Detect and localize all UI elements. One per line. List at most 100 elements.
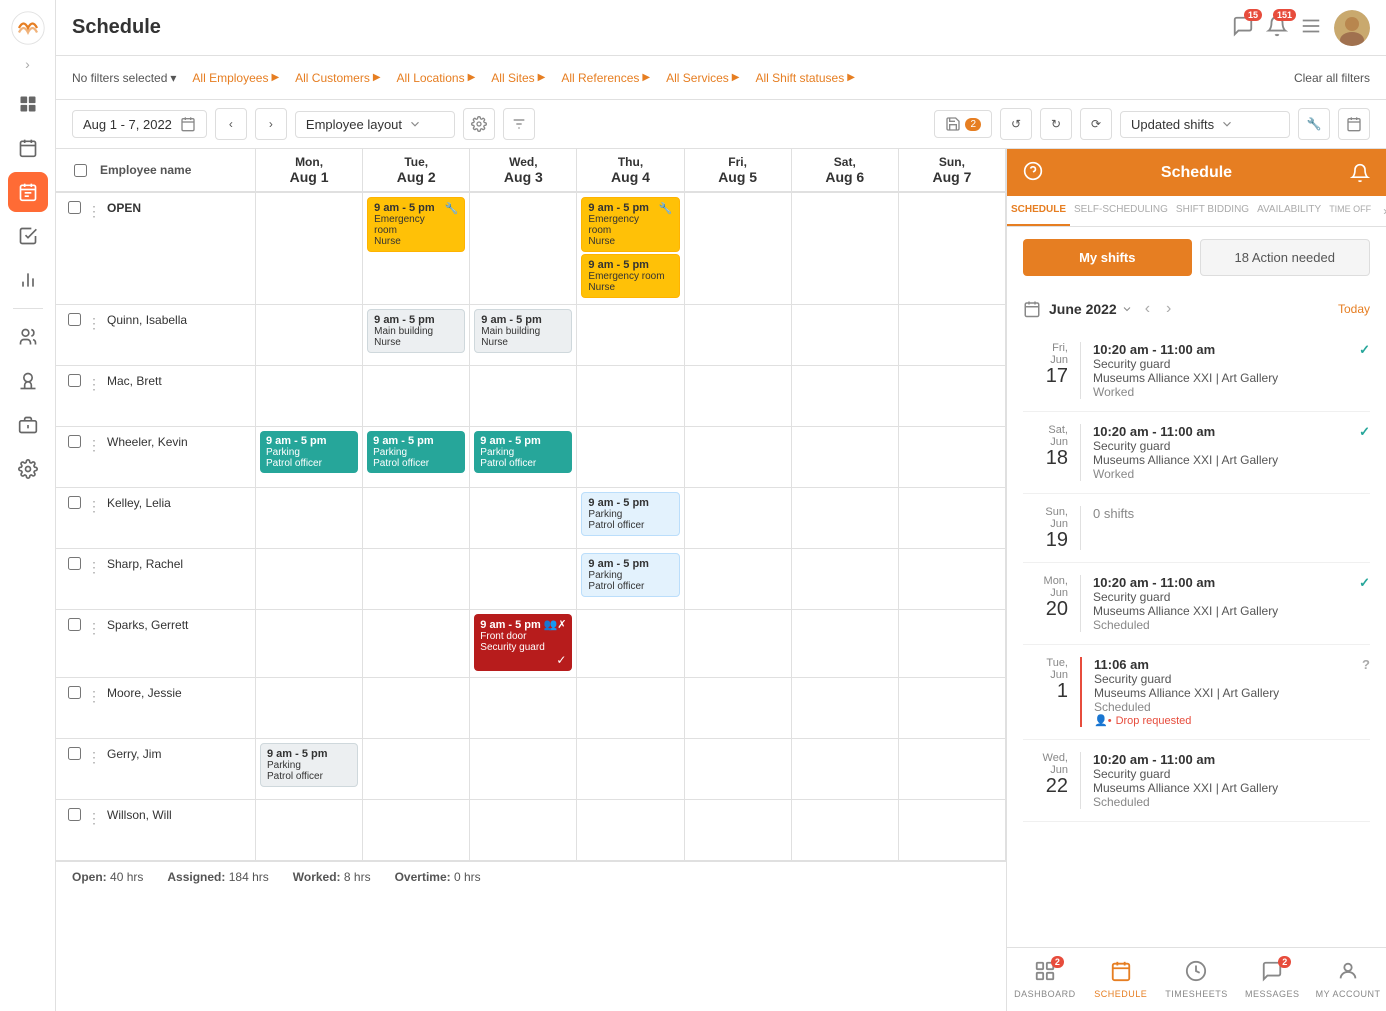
row-checkbox-wheeler[interactable] [68, 435, 81, 448]
cell-willson-wed[interactable] [470, 800, 577, 860]
row-menu-mac[interactable]: ⋮ [87, 374, 101, 393]
row-checkbox-moore[interactable] [68, 686, 81, 699]
cell-sparks-tue[interactable] [363, 610, 470, 677]
cell-sparks-wed[interactable]: 9 am - 5 pm 👥✗ Front door Security guard… [470, 610, 577, 677]
calendar-icon[interactable] [1338, 108, 1370, 140]
cell-sharp-sun[interactable] [899, 549, 1006, 609]
cell-sharp-fri[interactable] [685, 549, 792, 609]
cell-mac-mon[interactable] [256, 366, 363, 426]
nav-messages[interactable]: 2 MESSAGES [1234, 956, 1310, 1003]
tab-availability[interactable]: AVAILABILITY [1253, 196, 1325, 226]
cell-open-fri[interactable] [685, 193, 792, 304]
cell-quinn-sat[interactable] [792, 305, 899, 365]
save-button[interactable]: 2 [934, 110, 992, 138]
cell-open-sun[interactable] [899, 193, 1006, 304]
cell-quinn-mon[interactable] [256, 305, 363, 365]
cell-kelley-tue[interactable] [363, 488, 470, 548]
cell-sparks-fri[interactable] [685, 610, 792, 677]
sidebar-item-schedule[interactable] [8, 172, 48, 212]
cell-wheeler-sun[interactable] [899, 427, 1006, 487]
cell-mac-fri[interactable] [685, 366, 792, 426]
cell-moore-mon[interactable] [256, 678, 363, 738]
cell-wheeler-wed[interactable]: 9 am - 5 pm Parking Patrol officer [470, 427, 577, 487]
updated-shifts-dropdown[interactable]: Updated shifts [1120, 111, 1290, 138]
next-month-button[interactable]: › [1162, 296, 1175, 322]
row-checkbox-sparks[interactable] [68, 618, 81, 631]
customers-filter[interactable]: All Customers ▶ [295, 71, 380, 85]
sidebar-item-home[interactable] [8, 84, 48, 124]
cell-quinn-fri[interactable] [685, 305, 792, 365]
cell-sharp-mon[interactable] [256, 549, 363, 609]
row-menu-sparks[interactable]: ⋮ [87, 618, 101, 637]
cell-willson-thu[interactable] [577, 800, 684, 860]
row-menu-wheeler[interactable]: ⋮ [87, 435, 101, 454]
cell-mac-sat[interactable] [792, 366, 899, 426]
cell-open-mon[interactable] [256, 193, 363, 304]
row-menu-willson[interactable]: ⋮ [87, 808, 101, 827]
sidebar-item-settings[interactable] [8, 449, 48, 489]
cell-sparks-sat[interactable] [792, 610, 899, 677]
nav-my-account[interactable]: MY ACCOUNT [1310, 956, 1386, 1003]
cell-moore-tue[interactable] [363, 678, 470, 738]
undo-button[interactable]: ↺ [1000, 108, 1032, 140]
cell-open-tue[interactable]: 9 am - 5 pm 🔧 Emergency room Nurse [363, 193, 470, 304]
cell-kelley-mon[interactable] [256, 488, 363, 548]
my-shifts-button[interactable]: My shifts [1023, 239, 1192, 276]
shift-card[interactable]: 9 am - 5 pm 🔧 Emergency room Nurse [581, 197, 679, 252]
row-checkbox-kelley[interactable] [68, 496, 81, 509]
cell-mac-thu[interactable] [577, 366, 684, 426]
tab-shift-bidding[interactable]: SHIFT BIDDING [1172, 196, 1253, 226]
sidebar-item-reports[interactable] [8, 260, 48, 300]
cell-gerry-sun[interactable] [899, 739, 1006, 799]
cell-kelley-sat[interactable] [792, 488, 899, 548]
settings-gear-icon[interactable] [463, 108, 495, 140]
filters-icon[interactable] [503, 108, 535, 140]
tab-schedule[interactable]: SCHEDULE [1007, 196, 1070, 226]
cell-moore-thu[interactable] [577, 678, 684, 738]
tab-self-scheduling[interactable]: SELF-SCHEDULING [1070, 196, 1172, 226]
menu-button[interactable] [1300, 15, 1322, 40]
shift-card[interactable]: 9 am - 5 pm Parking Patrol officer [260, 743, 358, 787]
alerts-button[interactable]: 151 [1266, 15, 1288, 40]
cell-willson-sat[interactable] [792, 800, 899, 860]
today-button[interactable]: Today [1338, 302, 1370, 316]
cell-open-thu[interactable]: 9 am - 5 pm 🔧 Emergency room Nurse 9 am … [577, 193, 684, 304]
employees-filter[interactable]: All Employees ▶ [192, 71, 279, 85]
sidebar-collapse[interactable]: › [25, 56, 30, 72]
shift-statuses-filter[interactable]: All Shift statuses ▶ [755, 71, 854, 85]
cell-quinn-tue[interactable]: 9 am - 5 pm Main building Nurse [363, 305, 470, 365]
tab-time-off[interactable]: TIME OFF [1325, 196, 1375, 226]
clear-filters-button[interactable]: Clear all filters [1294, 71, 1370, 85]
cell-kelley-wed[interactable] [470, 488, 577, 548]
cell-quinn-wed[interactable]: 9 am - 5 pm Main building Nurse [470, 305, 577, 365]
cell-willson-fri[interactable] [685, 800, 792, 860]
cell-sharp-thu[interactable]: 9 am - 5 pm Parking Patrol officer [577, 549, 684, 609]
cell-wheeler-thu[interactable] [577, 427, 684, 487]
select-all-checkbox[interactable] [68, 164, 92, 177]
cell-gerry-fri[interactable] [685, 739, 792, 799]
shift-card[interactable]: 9 am - 5 pm 👥✗ Front door Security guard… [474, 614, 572, 671]
cell-open-sat[interactable] [792, 193, 899, 304]
cell-gerry-sat[interactable] [792, 739, 899, 799]
cell-kelley-thu[interactable]: 9 am - 5 pm Parking Patrol officer [577, 488, 684, 548]
sidebar-item-users[interactable] [8, 317, 48, 357]
row-menu-quinn[interactable]: ⋮ [87, 313, 101, 332]
nav-dashboard[interactable]: 2 DASHBOARD [1007, 956, 1083, 1003]
row-checkbox-sharp[interactable] [68, 557, 81, 570]
row-checkbox-open[interactable] [68, 201, 81, 214]
select-all-input[interactable] [74, 164, 87, 177]
cell-gerry-thu[interactable] [577, 739, 684, 799]
cell-quinn-thu[interactable] [577, 305, 684, 365]
row-menu-moore[interactable]: ⋮ [87, 686, 101, 705]
panel-tabs-more[interactable]: › [1375, 196, 1386, 226]
shift-card[interactable]: 9 am - 5 pm Parking Patrol officer [581, 553, 679, 597]
row-checkbox-gerry[interactable] [68, 747, 81, 760]
shift-card[interactable]: 9 am - 5 pm Parking Patrol officer [581, 492, 679, 536]
cell-sparks-thu[interactable] [577, 610, 684, 677]
cell-mac-wed[interactable] [470, 366, 577, 426]
shift-card[interactable]: 9 am - 5 pm 🔧 Emergency room Nurse [367, 197, 465, 252]
cell-sharp-wed[interactable] [470, 549, 577, 609]
user-avatar[interactable] [1334, 10, 1370, 46]
action-needed-button[interactable]: 18 Action needed [1200, 239, 1371, 276]
cell-moore-wed[interactable] [470, 678, 577, 738]
